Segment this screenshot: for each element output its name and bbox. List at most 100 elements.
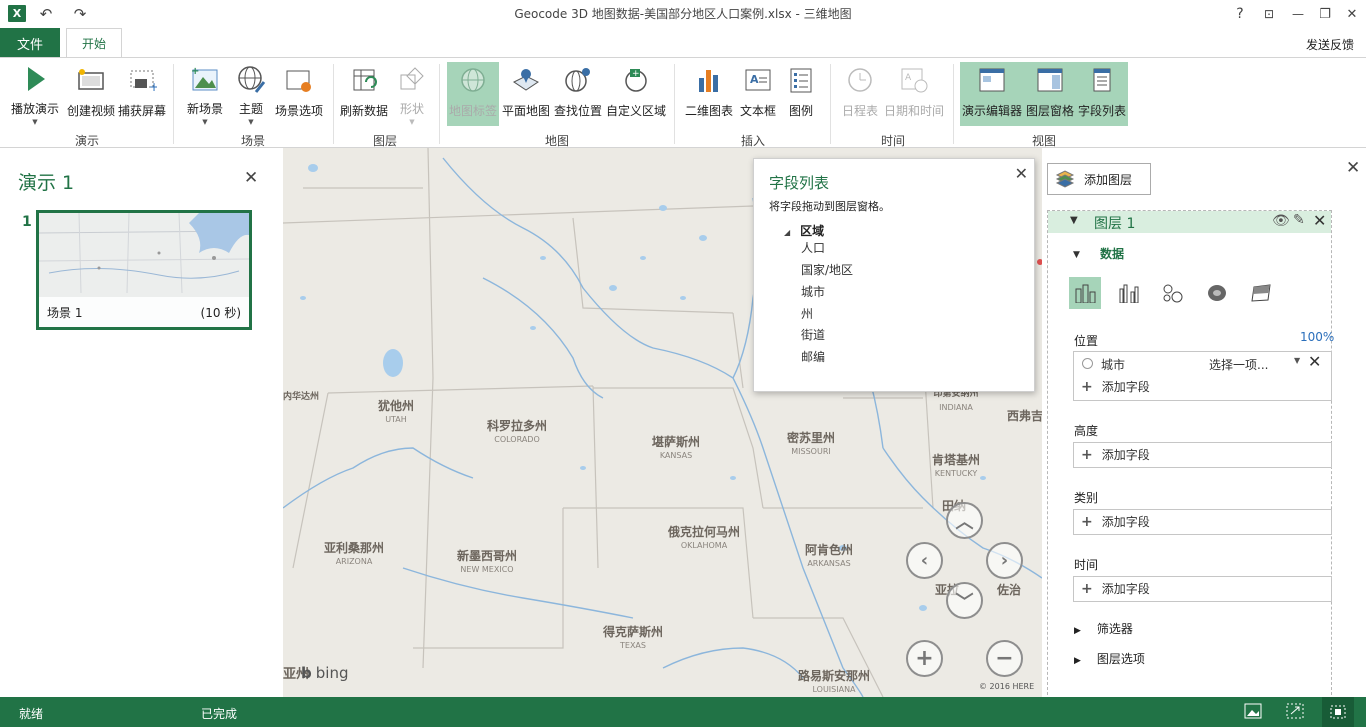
fit-screen-icon[interactable] (1286, 703, 1304, 722)
state-label: 俄克拉何马州 OKLAHOMA (667, 525, 740, 551)
chevron-up-icon: ︿ (955, 511, 974, 533)
location-type-select[interactable]: 选择一项... (1209, 356, 1268, 373)
add-field-button[interactable]: + 添加字段 (1081, 446, 1150, 463)
minimize-button[interactable]: — (1288, 4, 1308, 24)
scene-options-icon (283, 64, 315, 96)
add-field-button[interactable]: + 添加字段 (1081, 378, 1150, 395)
date-time-button[interactable]: A 日期和时间 (882, 62, 946, 126)
add-field-button[interactable]: + 添加字段 (1081, 513, 1150, 530)
scene-thumbnail[interactable]: 场景 1 (10 秒) (36, 210, 252, 330)
chevron-right-icon: › (1000, 550, 1009, 571)
tour-editor-button[interactable]: 演示编辑器 (960, 62, 1024, 126)
clustered-column-viz-button[interactable] (1113, 277, 1145, 309)
location-confidence-link[interactable]: 100% (1300, 330, 1334, 344)
field-item[interactable]: 国家/地区 (801, 261, 853, 278)
field-item[interactable]: 城市 (801, 283, 825, 300)
flat-map-button[interactable]: 平面地图 (501, 62, 551, 126)
new-scene-button[interactable]: + 新场景 ▼ (182, 62, 228, 126)
text-box-icon: A (742, 64, 774, 96)
custom-regions-button[interactable]: + 自定义区域 (605, 62, 667, 126)
text-box-button[interactable]: A 文本框 (737, 62, 779, 126)
field-item[interactable]: 街道 (801, 326, 825, 343)
field-list-button[interactable]: 字段列表 (1076, 62, 1128, 126)
close-icon[interactable]: ✕ (244, 168, 258, 188)
map-copyright: © 2016 HERE (979, 682, 1035, 691)
map-labels-button[interactable]: 地图标签 (447, 62, 499, 126)
close-icon[interactable]: ✕ (1346, 158, 1360, 178)
bubble-viz-button[interactable] (1157, 277, 1189, 309)
location-label: 位置 (1074, 334, 1099, 348)
find-location-button[interactable]: 查找位置 (553, 62, 603, 126)
send-feedback-link[interactable]: 发送反馈 (1306, 36, 1354, 53)
minus-icon: − (995, 646, 1014, 671)
fullscreen-icon[interactable] (1322, 697, 1354, 727)
ribbon-display-icon[interactable]: ⊡ (1259, 4, 1279, 24)
legend-button[interactable]: 图例 (783, 62, 819, 126)
close-icon[interactable]: ✕ (1015, 164, 1028, 183)
delete-layer-icon[interactable]: ✕ (1313, 211, 1326, 230)
group-label-time: 时间 (880, 134, 905, 148)
tab-file[interactable]: 文件 (0, 28, 60, 58)
layer-pane-button[interactable]: 图层窗格 (1024, 62, 1076, 126)
clock-icon (844, 64, 876, 96)
group-label-layer: 图层 (372, 134, 397, 148)
state-label: 新墨西哥州 NEW MEXICO (456, 549, 517, 575)
expand-icon: ▶ (1074, 626, 1081, 636)
field-item[interactable]: 州 (801, 305, 813, 322)
layer-title[interactable]: 图层 1 (1094, 213, 1135, 233)
zoom-in-button[interactable]: + (906, 640, 943, 677)
close-button[interactable]: ✕ (1342, 4, 1362, 24)
field-list-table[interactable]: ◢ 区域 (784, 222, 824, 239)
scene-options-button[interactable]: 场景选项 (272, 62, 326, 126)
date-time-label: 日期和时间 (883, 104, 944, 118)
map-view-icon[interactable] (1244, 703, 1262, 722)
location-radio[interactable] (1082, 358, 1093, 369)
tilt-down-button[interactable]: ﹀ (946, 582, 983, 619)
zoom-out-button[interactable]: − (986, 640, 1023, 677)
heat-map-viz-button[interactable] (1201, 277, 1233, 309)
ribbon: 播放演示 ▼ 创建视频 + 捕获屏幕 演示 + 新场景 ▼ 主题 ▼ 场景选项 … (0, 57, 1366, 148)
themes-button[interactable]: 主题 ▼ (232, 62, 270, 126)
ribbon-divider (674, 64, 675, 144)
help-button[interactable]: ? (1230, 4, 1250, 24)
play-tour-button[interactable]: 播放演示 ▼ (8, 62, 62, 126)
region-icon (1251, 284, 1271, 302)
tab-home[interactable]: 开始 (66, 28, 122, 58)
custom-regions-icon: + (620, 64, 652, 96)
state-label: 内华达州 (283, 392, 320, 402)
plus-icon: + (1081, 514, 1093, 530)
remove-field-icon[interactable]: ✕ (1308, 352, 1321, 371)
layer-header[interactable]: ▼ 图层 1 👁 ✎ ✕ (1048, 211, 1331, 233)
category-label: 类别 (1074, 491, 1099, 505)
stacked-column-viz-button[interactable] (1069, 277, 1101, 309)
shapes-button[interactable]: 形状 ▼ (394, 62, 430, 126)
2d-chart-button[interactable]: 二维图表 (683, 62, 735, 126)
refresh-data-button[interactable]: 刷新数据 (338, 62, 390, 126)
eye-icon[interactable]: 👁 (1272, 213, 1290, 229)
add-layer-button[interactable]: 添加图层 (1047, 163, 1151, 195)
layer-options-section[interactable]: ▶ 图层选项 (1074, 650, 1145, 667)
shapes-icon (396, 64, 428, 94)
capture-screen-button[interactable]: + 捕获屏幕 (116, 62, 168, 126)
restore-button[interactable]: ❐ (1315, 4, 1335, 24)
pencil-icon[interactable]: ✎ (1293, 212, 1305, 228)
create-video-button[interactable]: 创建视频 (64, 62, 118, 126)
field-list-hint: 将字段拖动到图层窗格。 (769, 200, 890, 213)
refresh-data-label: 刷新数据 (339, 104, 388, 118)
collapse-icon[interactable]: ▼ (1070, 215, 1078, 226)
rotate-right-button[interactable]: › (986, 542, 1023, 579)
timeline-button[interactable]: 日程表 (840, 62, 880, 126)
rotate-left-button[interactable]: ‹ (906, 542, 943, 579)
flat-map-icon (510, 64, 542, 96)
collapse-icon[interactable]: ▼ (1073, 250, 1080, 260)
play-tour-label: 播放演示 (10, 102, 59, 116)
filters-section[interactable]: ▶ 筛选器 (1074, 620, 1133, 637)
field-item[interactable]: 邮编 (801, 348, 825, 365)
chevron-down-icon[interactable]: ▼ (1294, 356, 1300, 365)
scene-options-label: 场景选项 (274, 104, 323, 118)
scene-number: 1 (22, 214, 32, 230)
tilt-up-button[interactable]: ︿ (946, 502, 983, 539)
add-field-button[interactable]: + 添加字段 (1081, 580, 1150, 597)
field-item[interactable]: 人口 (801, 239, 825, 256)
region-viz-button[interactable] (1245, 277, 1277, 309)
